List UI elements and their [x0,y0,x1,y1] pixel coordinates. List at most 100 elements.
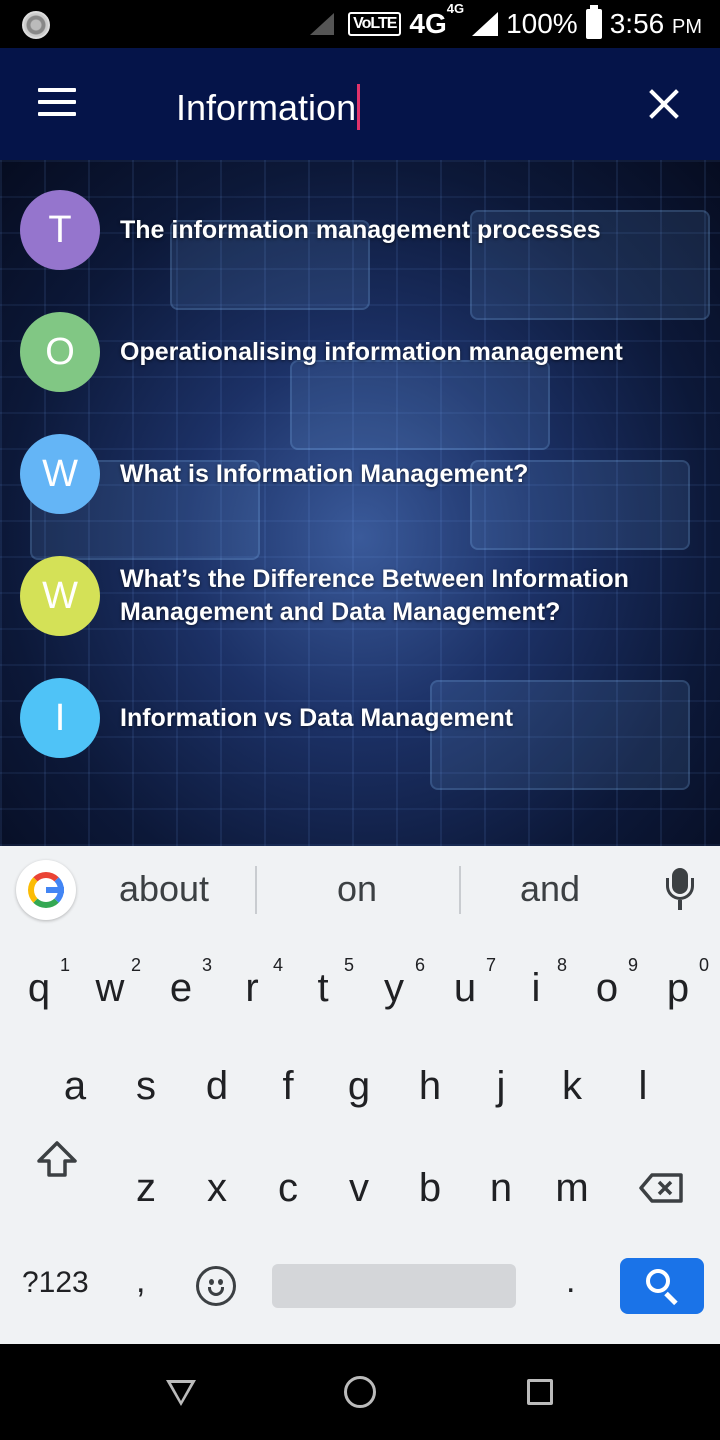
key-label: s [136,1064,156,1108]
key-label: j [496,1064,506,1108]
key-i[interactable]: i8 [501,944,571,1032]
key-x[interactable]: x [182,1144,252,1232]
key-f[interactable]: f [253,1042,323,1130]
search-key[interactable] [620,1258,704,1314]
volte-badge: VoLTE [348,12,402,36]
comma-key[interactable]: , [136,1262,145,1301]
key-label: g [347,1064,371,1108]
network-type: 4G4G [409,0,465,39]
key-m[interactable]: m [537,1144,607,1232]
key-o[interactable]: o9 [572,944,642,1032]
result-avatar: W [20,434,100,514]
backspace-icon[interactable] [638,1172,684,1204]
key-hint: 7 [485,955,496,975]
key-u[interactable]: u7 [430,944,500,1032]
key-hint: 8 [556,955,567,975]
recent-apps-icon[interactable] [527,1379,553,1405]
key-r[interactable]: r4 [217,944,287,1032]
google-logo-icon[interactable] [16,860,76,920]
key-label: x [207,1166,227,1210]
key-label: a [63,1064,87,1108]
key-label: q [27,966,51,1010]
period-key[interactable]: . [566,1262,575,1301]
result-avatar: I [20,678,100,758]
cell-signal-icon [472,12,499,36]
close-icon[interactable] [648,88,680,120]
key-q[interactable]: q1 [4,944,74,1032]
key-y[interactable]: y6 [359,944,429,1032]
key-hint: 1 [59,955,70,975]
key-w[interactable]: w2 [75,944,145,1032]
suggestion-divider [255,866,257,914]
wifi-signal-icon [310,13,335,35]
key-label: y [384,966,404,1010]
text-cursor [357,84,361,130]
result-title: Information vs Data Management [120,704,514,732]
key-hint: 9 [627,955,638,975]
key-label: e [169,966,193,1010]
key-e[interactable]: e3 [146,944,216,1032]
search-results-area: T The information management processes O Op… [0,160,720,846]
key-v[interactable]: v [324,1144,394,1232]
microphone-icon[interactable] [666,868,696,912]
suggestion-about[interactable]: about [74,868,254,910]
result-title: What is Information Management? [120,460,529,488]
result-item[interactable]: W What’s the Difference Between Informati… [0,556,720,666]
shift-icon[interactable] [36,1140,78,1178]
key-n[interactable]: n [466,1144,536,1232]
space-bar[interactable] [272,1264,516,1308]
result-title: Operationalising information management [120,338,623,366]
key-label: h [418,1064,442,1108]
key-label: u [453,966,477,1010]
keyboard-suggestion-bar: about on and [0,846,720,934]
key-b[interactable]: b [395,1144,465,1232]
key-label: k [562,1064,582,1108]
search-input[interactable]: Information [176,84,361,130]
result-title: The information management processes [120,216,601,244]
result-item[interactable]: W What is Information Management? [0,434,720,544]
key-label: o [595,966,619,1010]
result-item[interactable]: T The information management processes [0,190,720,300]
search-app-bar: Information [0,48,720,160]
key-g[interactable]: g [324,1042,394,1130]
key-c[interactable]: c [253,1144,323,1232]
home-icon[interactable] [344,1376,376,1408]
key-h[interactable]: h [395,1042,465,1130]
key-j[interactable]: j [466,1042,536,1130]
status-bar: VoLTE 4G4G 100% 3:56 PM [0,0,720,48]
key-label: l [638,1064,648,1108]
key-label: n [489,1166,513,1210]
key-s[interactable]: s [111,1042,181,1130]
key-label: z [136,1166,156,1210]
key-t[interactable]: t5 [288,944,358,1032]
key-label: i [531,966,541,1010]
key-d[interactable]: d [182,1042,252,1130]
suggestion-on[interactable]: on [267,868,447,910]
key-hint: 6 [414,955,425,975]
key-hint: 5 [343,955,354,975]
symbols-key[interactable]: ?123 [22,1266,89,1300]
menu-icon[interactable] [38,88,76,118]
key-label: c [278,1166,298,1210]
suggestion-and[interactable]: and [460,868,640,910]
battery-icon [585,5,602,39]
key-hint: 4 [272,955,283,975]
key-a[interactable]: a [40,1042,110,1130]
key-k[interactable]: k [537,1042,607,1130]
back-icon[interactable] [166,1380,196,1406]
emoji-icon[interactable] [196,1266,236,1306]
key-p[interactable]: p0 [643,944,713,1032]
key-l[interactable]: l [608,1042,678,1130]
key-label: f [282,1064,294,1108]
result-title: What’s the Difference Between Informatio… [120,565,629,626]
key-label: b [418,1166,442,1210]
clock: 3:56 PM [609,8,702,39]
key-label: r [245,966,259,1010]
key-z[interactable]: z [111,1144,181,1232]
key-label: p [666,966,690,1010]
result-item[interactable]: I Information vs Data Management [0,678,720,788]
result-item[interactable]: O Operationalising information management [0,312,720,422]
result-avatar: O [20,312,100,392]
key-hint: 3 [201,955,212,975]
key-label: m [555,1166,589,1210]
